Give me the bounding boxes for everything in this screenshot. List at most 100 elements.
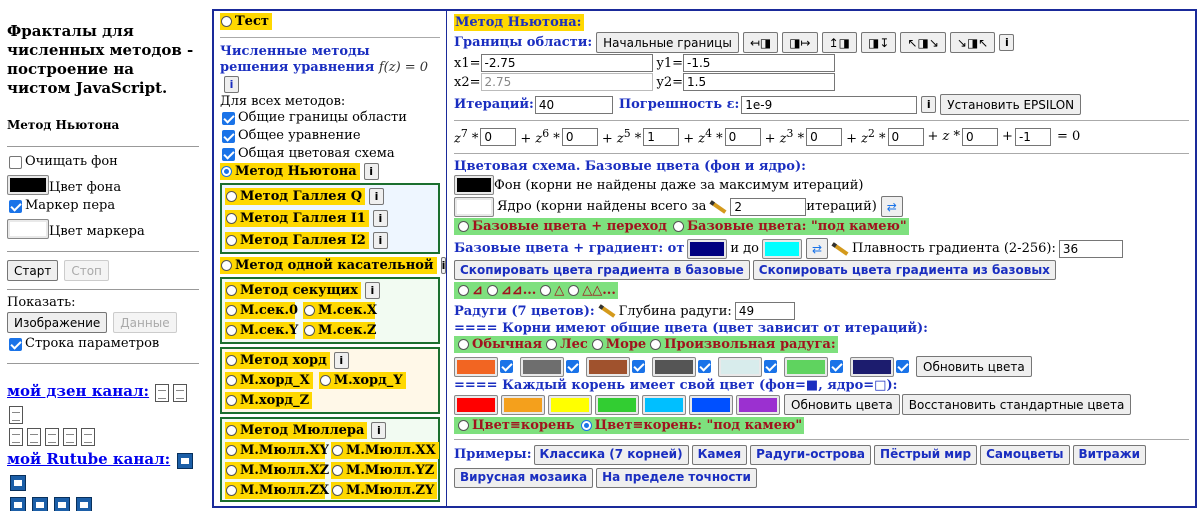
halley-i1-option[interactable]: Метод Галлея I1 bbox=[225, 210, 369, 227]
coef-z3-input[interactable]: 0 bbox=[806, 127, 843, 146]
image-button[interactable]: Изображение bbox=[7, 312, 108, 333]
chz-option[interactable]: М.хорд_Z bbox=[225, 392, 313, 409]
initial-bounds-button[interactable]: Начальные границы bbox=[596, 32, 739, 53]
rainbow-color-swatch[interactable] bbox=[586, 356, 630, 377]
chy-radio[interactable] bbox=[319, 375, 331, 386]
coef-z4-input[interactable]: 0 bbox=[724, 127, 761, 146]
rainbow-color-checkbox[interactable] bbox=[632, 360, 645, 374]
mxz-option[interactable]: М.Мюлл.XZ bbox=[225, 462, 329, 479]
mzx-option[interactable]: М.Мюлл.ZX bbox=[225, 482, 329, 499]
dzen-link[interactable]: мой дзен канал: bbox=[7, 382, 149, 400]
video-icon[interactable] bbox=[32, 496, 48, 511]
root-color-swatch[interactable] bbox=[454, 394, 498, 415]
shift-left-button[interactable]: ↤◨ bbox=[742, 32, 779, 53]
muller-radio[interactable] bbox=[226, 425, 237, 436]
core-iter-input[interactable]: 2 bbox=[730, 197, 807, 216]
common-bounds-checkbox[interactable] bbox=[222, 111, 235, 125]
info-button[interactable]: i bbox=[921, 96, 937, 113]
iterations-input[interactable]: 40 bbox=[534, 95, 613, 114]
shift-right-button[interactable]: ◨↦ bbox=[782, 32, 818, 53]
root-color-swatch[interactable] bbox=[548, 394, 592, 415]
info-button[interactable]: i bbox=[999, 34, 1015, 51]
copy-to-base-button[interactable]: Скопировать цвета градиента в базовые bbox=[454, 260, 750, 281]
rainbow-color-swatch[interactable] bbox=[652, 356, 696, 377]
clear-bg-checkbox[interactable] bbox=[9, 155, 22, 169]
example-button[interactable]: Витражи bbox=[1072, 444, 1147, 465]
common-eq-checkbox[interactable] bbox=[222, 129, 235, 143]
video-icon[interactable] bbox=[10, 474, 26, 491]
swap-icon[interactable]: ⇄ bbox=[880, 196, 903, 218]
root-color-options[interactable]: Цвет≡корень Цвет≡корень: "под камею" bbox=[454, 417, 805, 435]
coef-z5-input[interactable]: 1 bbox=[643, 127, 680, 146]
secy-option[interactable]: М.сек.Y bbox=[225, 322, 298, 339]
halley-i2-radio[interactable] bbox=[226, 235, 237, 246]
chx-option[interactable]: М.хорд_X bbox=[225, 372, 313, 389]
zoom-out-button[interactable]: ↖◨↘ bbox=[900, 32, 946, 53]
document-icon[interactable] bbox=[9, 405, 23, 424]
newton-option[interactable]: Метод Ньютона bbox=[220, 163, 360, 180]
document-icon[interactable] bbox=[45, 427, 59, 446]
bg-color-swatch[interactable] bbox=[454, 175, 494, 196]
secz-radio[interactable] bbox=[304, 325, 315, 336]
document-icon[interactable] bbox=[9, 427, 23, 446]
palette-options[interactable]: Обычная Лес Море Произвольная радуга: bbox=[454, 336, 838, 354]
coef-z1-input[interactable]: 0 bbox=[962, 127, 999, 146]
params-row-checkbox[interactable] bbox=[9, 337, 22, 351]
secants-radio[interactable] bbox=[226, 285, 237, 296]
grad-to-swatch[interactable] bbox=[762, 238, 803, 259]
sec0-option[interactable]: М.сек.0 bbox=[225, 302, 298, 319]
document-icon[interactable] bbox=[27, 427, 41, 446]
chy-option[interactable]: М.хорд_Y bbox=[318, 372, 406, 389]
mzy-radio[interactable] bbox=[332, 485, 343, 496]
rainbow-color-swatch[interactable] bbox=[718, 356, 762, 377]
epsilon-input[interactable]: 1e-9 bbox=[741, 95, 918, 114]
set-epsilon-button[interactable]: Установить EPSILON bbox=[940, 94, 1082, 115]
document-icon[interactable] bbox=[173, 383, 188, 402]
x2-input[interactable]: 2.75 bbox=[480, 73, 653, 91]
chx-radio[interactable] bbox=[226, 375, 237, 386]
secants-option[interactable]: Метод секущих bbox=[225, 282, 361, 299]
base-transition-option[interactable]: Базовые цвета + переход Базовые цвета: "п… bbox=[454, 218, 909, 236]
root-color-swatch[interactable] bbox=[736, 394, 780, 415]
palette-radio[interactable] bbox=[546, 339, 558, 351]
video-icon[interactable] bbox=[54, 496, 70, 511]
rainbow-color-checkbox[interactable] bbox=[896, 360, 909, 374]
rainbow-color-checkbox[interactable] bbox=[764, 360, 777, 374]
rainbow-color-swatch[interactable] bbox=[454, 356, 498, 377]
color-root-radio[interactable] bbox=[458, 420, 469, 432]
rainbow-color-checkbox[interactable] bbox=[698, 360, 711, 374]
rainbow-color-swatch[interactable] bbox=[784, 356, 828, 377]
palette-radio[interactable] bbox=[650, 339, 662, 351]
chz-radio[interactable] bbox=[226, 395, 237, 406]
shape-radio[interactable] bbox=[540, 285, 552, 297]
rutube-link[interactable]: мой Rutube канал: bbox=[7, 450, 170, 468]
coef-z7-input[interactable]: 0 bbox=[480, 127, 517, 146]
root-color-swatch[interactable] bbox=[642, 394, 686, 415]
test-radio[interactable] bbox=[221, 16, 232, 27]
sec0-radio[interactable] bbox=[226, 305, 237, 316]
smooth-input[interactable]: 36 bbox=[1058, 239, 1123, 258]
base-transition-radio[interactable] bbox=[458, 221, 469, 233]
root-color-swatch[interactable] bbox=[595, 394, 639, 415]
info-button[interactable]: i bbox=[224, 76, 239, 93]
clear-bg-row[interactable]: Очищать фон bbox=[7, 153, 199, 171]
example-button[interactable]: Вирусная мозаика bbox=[454, 467, 594, 488]
color-root-camo-radio[interactable] bbox=[580, 420, 592, 432]
shift-up-button[interactable]: ↥◨ bbox=[821, 32, 858, 53]
example-button[interactable]: Пёстрый мир bbox=[874, 444, 978, 465]
rainbow-color-checkbox[interactable] bbox=[830, 360, 843, 374]
newton-radio[interactable] bbox=[221, 166, 232, 177]
example-button[interactable]: Камея bbox=[691, 444, 748, 465]
rainbow-color-checkbox[interactable] bbox=[566, 360, 579, 374]
mxx-radio[interactable] bbox=[332, 445, 343, 456]
mxx-option[interactable]: М.Мюлл.XX bbox=[331, 442, 439, 459]
palette-radio[interactable] bbox=[458, 339, 469, 351]
x1-input[interactable]: -2.75 bbox=[480, 54, 653, 72]
video-icon[interactable] bbox=[10, 496, 26, 511]
coef-z0-input[interactable]: -1 bbox=[1014, 127, 1051, 146]
info-button[interactable]: i bbox=[371, 422, 387, 439]
test-option[interactable]: Тест bbox=[220, 13, 272, 30]
info-button[interactable]: i bbox=[369, 188, 385, 205]
root-color-swatch[interactable] bbox=[501, 394, 545, 415]
chords-radio[interactable] bbox=[226, 355, 237, 366]
